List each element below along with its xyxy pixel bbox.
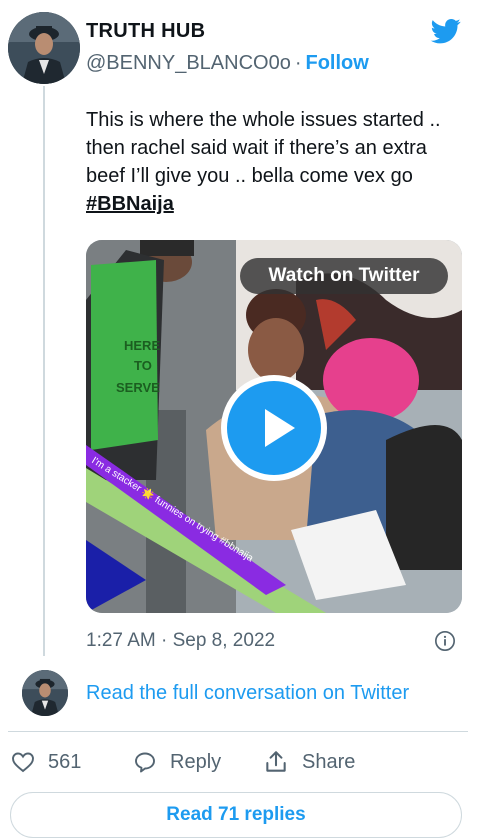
play-button[interactable] [221, 375, 327, 481]
share-upload-icon [266, 751, 286, 772]
follow-button[interactable]: Follow [306, 52, 369, 74]
tweet-body: This is where the whole issues started .… [86, 109, 441, 187]
author-handle-row: @BENNY_BLANCO0o · Follow [86, 52, 369, 75]
author-avatar-small[interactable] [22, 670, 68, 716]
read-full-conversation-link[interactable]: Read the full conversation on Twitter [86, 682, 409, 705]
tweet-text: This is where the whole issues started .… [86, 106, 466, 218]
like-count: 561 [48, 750, 82, 773]
divider [8, 731, 468, 732]
watch-on-twitter-badge[interactable]: Watch on Twitter [240, 258, 448, 294]
apron-text-2: TO [134, 358, 152, 373]
speech-bubble-icon [135, 752, 155, 773]
apron-text-1: HERE [124, 338, 160, 353]
tweet-timestamp[interactable]: 1:27 AM · Sep 8, 2022 [86, 630, 275, 652]
author-avatar[interactable] [8, 12, 80, 84]
reply-label: Reply [170, 750, 222, 773]
apron-text-3: SERVE [116, 380, 160, 395]
separator-dot: · [294, 52, 302, 74]
heart-icon [12, 752, 34, 773]
author-handle[interactable]: @BENNY_BLANCO0o [86, 52, 291, 74]
share-button[interactable]: Share [262, 748, 355, 776]
share-label: Share [302, 750, 356, 773]
reply-button[interactable]: Reply [132, 748, 221, 776]
twitter-bird-icon[interactable] [429, 16, 463, 46]
read-replies-button[interactable]: Read 71 replies [10, 792, 462, 838]
author-name[interactable]: TRUTH HUB [86, 20, 205, 43]
like-button[interactable]: 561 [10, 748, 81, 776]
info-icon[interactable] [434, 630, 456, 652]
play-icon [227, 381, 321, 475]
thread-connector-line [43, 86, 45, 656]
hashtag-link[interactable]: #BBNaija [86, 193, 174, 215]
